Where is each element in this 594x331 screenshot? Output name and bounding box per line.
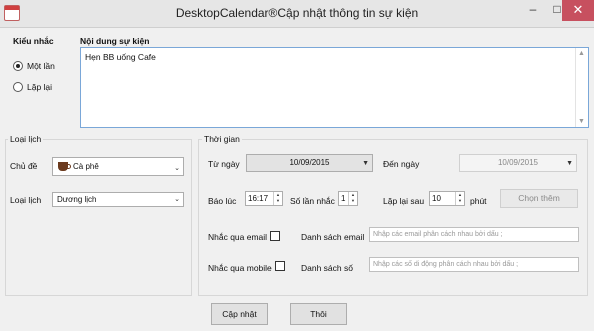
email-remind-label: Nhắc qua email <box>208 232 268 242</box>
scroll-down-icon[interactable]: ▼ <box>578 118 585 125</box>
close-window-button[interactable]: ✕ <box>562 0 594 21</box>
mobile-remind-checkbox[interactable] <box>275 261 285 271</box>
to-date-label: Đến ngày <box>383 159 420 169</box>
event-content-text: Hẹn BB uống Cafe <box>85 52 156 62</box>
alert-time-label: Báo lúc <box>208 196 237 206</box>
phone-list-input[interactable]: Nhập các số di động phân cách nhau bởi d… <box>369 257 579 272</box>
content-scrollbar[interactable]: ▲ ▼ <box>575 48 588 127</box>
topic-label: Chủ đề <box>10 161 38 171</box>
radio-repeat[interactable] <box>13 82 23 92</box>
scroll-up-icon[interactable]: ▲ <box>578 50 585 57</box>
repeat-after-value: 10 <box>432 194 441 203</box>
event-content-textarea[interactable]: Hẹn BB uống Cafe ▲ ▼ <box>80 47 589 128</box>
email-list-input[interactable]: Nhập các email phân cách nhau bởi dấu ; <box>369 227 579 242</box>
to-date-value: 10/09/2015 <box>497 158 539 167</box>
spin-arrows-icon[interactable]: ▲ ▼ <box>273 192 282 205</box>
email-list-label: Danh sách email <box>301 232 365 242</box>
from-date-value: 10/09/2015 <box>289 158 330 167</box>
from-date-picker[interactable]: 10/09/2015 ▼ <box>246 154 373 172</box>
window-title: DesktopCalendar®Cập nhật thông tin sự ki… <box>175 6 419 20</box>
spin-arrows-icon[interactable]: ▲ ▼ <box>455 192 464 205</box>
reminder-count-spinner[interactable]: 1 ▲ ▼ <box>338 191 358 206</box>
email-remind-checkbox[interactable] <box>270 231 280 241</box>
radio-once-label: Một lần <box>27 61 55 71</box>
update-button[interactable]: Cập nhật <box>211 303 268 325</box>
choose-more-button: Chọn thêm <box>500 189 578 208</box>
chevron-down-icon: ⌄ <box>174 196 180 203</box>
dropdown-arrow-icon: ▼ <box>566 160 573 167</box>
repeat-after-spinner[interactable]: 10 ▲ ▼ <box>429 191 465 206</box>
calendar-type-group-title: Loại lịch <box>8 134 44 144</box>
minute-unit-label: phút <box>470 196 487 206</box>
title-bar: DesktopCalendar®Cập nhật thông tin sự ki… <box>0 0 594 28</box>
cancel-button[interactable]: Thôi <box>290 303 347 325</box>
spin-arrows-icon[interactable]: ▲ ▼ <box>348 192 357 205</box>
to-date-picker: 10/09/2015 ▼ <box>459 154 577 172</box>
alert-time-value: 16:17 <box>248 194 269 203</box>
phone-list-label: Danh sách số <box>301 263 353 273</box>
radio-repeat-label: Lặp lại <box>27 82 53 92</box>
calendar-kind-value: Dương lịch <box>57 195 97 204</box>
calendar-kind-combo[interactable]: Dương lịch ⌄ <box>52 192 184 207</box>
topic-value: Cà phê <box>73 162 99 171</box>
topic-combo[interactable]: Cà phê ⌄ <box>52 157 184 176</box>
radio-once[interactable] <box>13 61 23 71</box>
alert-time-spinner[interactable]: 16:17 ▲ ▼ <box>245 191 283 206</box>
chevron-down-icon: ⌄ <box>174 165 180 172</box>
reminder-type-heading: Kiểu nhắc <box>13 36 54 46</box>
reminder-count-value: 1 <box>341 194 346 203</box>
calendar-kind-label: Loại lịch <box>10 195 42 205</box>
mobile-remind-label: Nhắc qua mobile <box>208 263 272 273</box>
time-group-title: Thời gian <box>202 134 242 144</box>
from-date-label: Từ ngày <box>208 159 240 169</box>
event-content-heading: Nội dung sự kiện <box>80 36 150 46</box>
repeat-after-label: Lặp lại sau <box>383 196 425 206</box>
reminder-count-label: Số lần nhắc <box>290 196 335 206</box>
minimize-button[interactable]: – <box>520 0 546 21</box>
dropdown-arrow-icon[interactable]: ▼ <box>362 156 369 172</box>
coffee-cup-icon <box>58 162 71 171</box>
